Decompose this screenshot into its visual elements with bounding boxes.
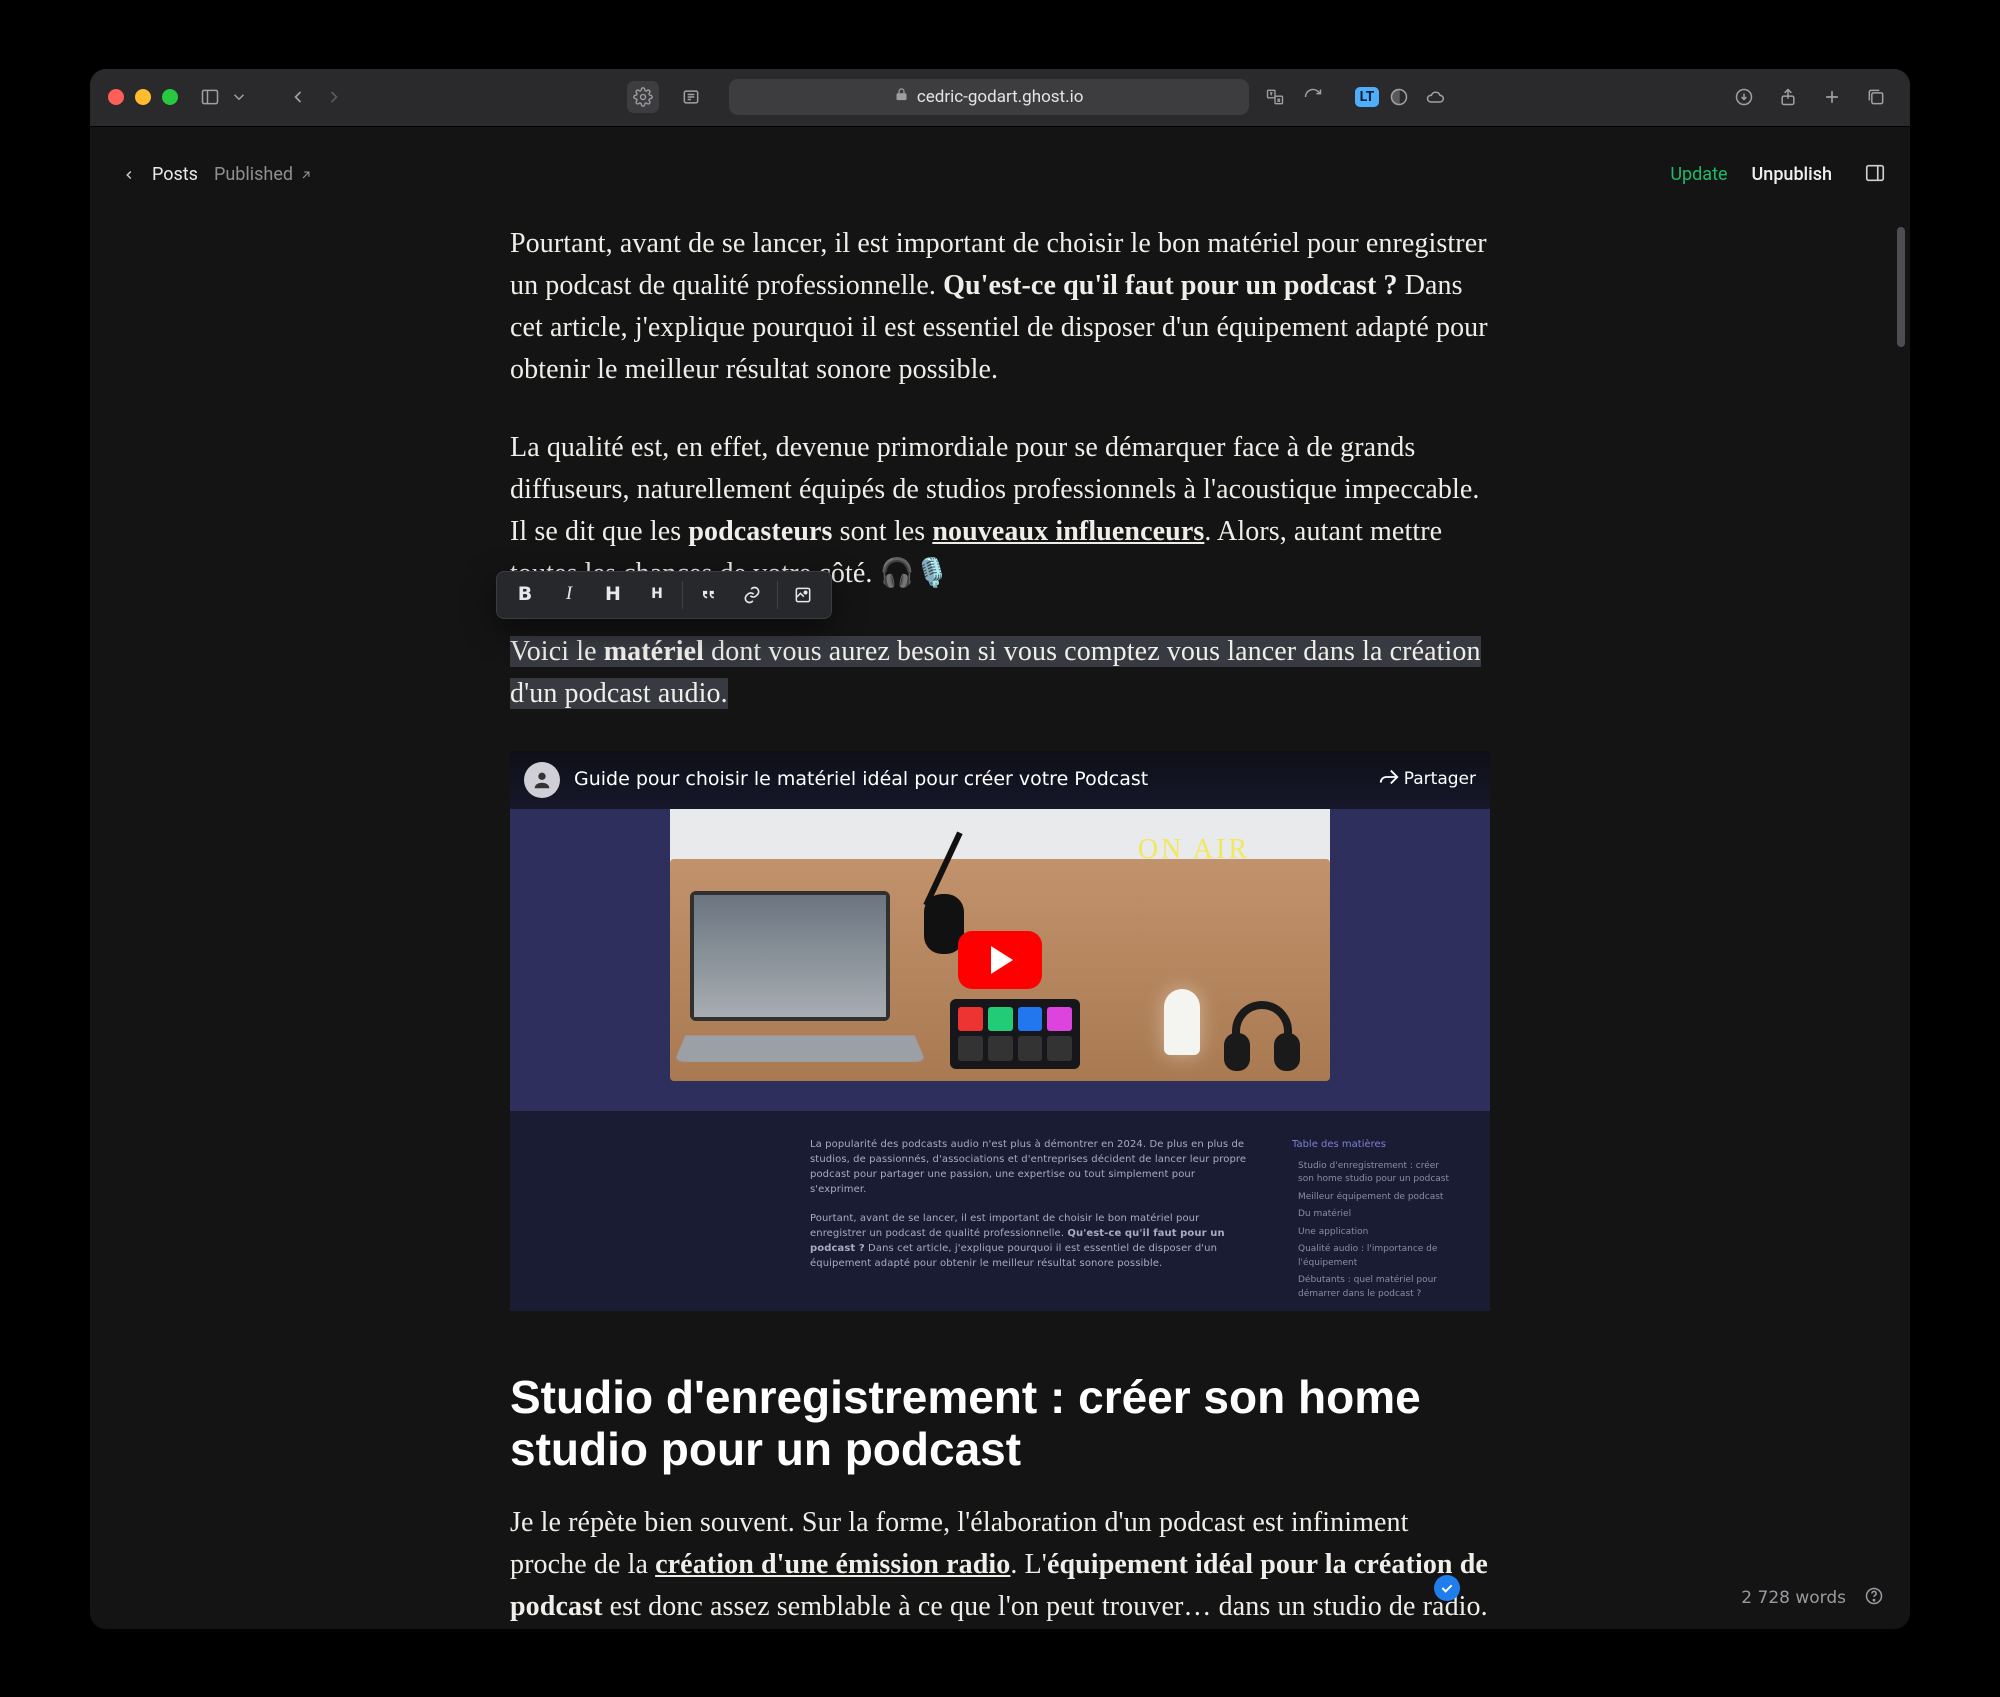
update-button[interactable]: Update xyxy=(1658,158,1739,191)
text-format-toolbar: B I H H xyxy=(496,571,832,619)
video-page-preview: La popularité des podcasts audio n'est p… xyxy=(510,1111,1490,1311)
snippet-button[interactable] xyxy=(781,575,825,615)
toc-list: Studio d'enregistrement : créer son home… xyxy=(1292,1160,1452,1302)
headphones-graphic xyxy=(1224,1001,1300,1071)
bold-button[interactable]: B xyxy=(503,575,547,615)
translate-icon[interactable] xyxy=(1259,81,1291,113)
address-bar[interactable]: cedric-godart.ghost.io xyxy=(729,79,1249,115)
reader-view-icon[interactable] xyxy=(675,81,707,113)
url-text: cedric-godart.ghost.io xyxy=(917,87,1084,107)
chevron-down-icon[interactable] xyxy=(230,81,248,113)
nav-back-button[interactable] xyxy=(282,81,314,113)
editor-footer: 2 728 words xyxy=(1741,1586,1884,1611)
quote-button[interactable] xyxy=(686,575,730,615)
mixer-graphic xyxy=(950,999,1080,1069)
icloud-icon[interactable] xyxy=(1419,81,1451,113)
video-header: Guide pour choisir le matériel idéal pou… xyxy=(510,751,1490,809)
laptop-graphic xyxy=(690,891,920,1071)
link-button[interactable] xyxy=(730,575,774,615)
unpublish-button[interactable]: Unpublish xyxy=(1740,158,1844,191)
paragraph[interactable]: Pourtant, avant de se lancer, il est imp… xyxy=(510,223,1490,391)
lamp-graphic xyxy=(1164,989,1200,1055)
paragraph-selected[interactable]: Voici le matériel dont vous aurez besoin… xyxy=(510,631,1490,715)
safari-window: cedric-godart.ghost.io LT xyxy=(90,69,1910,1629)
heading-small-button[interactable]: H xyxy=(635,575,679,615)
browser-titlebar: cedric-godart.ghost.io LT xyxy=(90,69,1910,127)
grammar-check-badge[interactable] xyxy=(1434,1575,1460,1601)
nav-forward-button xyxy=(318,81,350,113)
editor-header: Posts Published Update Unpublish xyxy=(90,127,1910,223)
play-button[interactable] xyxy=(958,931,1042,989)
tab-overview-icon[interactable] xyxy=(1860,81,1892,113)
word-count: 2 728 words xyxy=(1741,1588,1846,1608)
video-title[interactable]: Guide pour choisir le matériel idéal pou… xyxy=(574,765,1148,794)
scrollbar[interactable] xyxy=(1896,223,1906,1629)
help-icon[interactable] xyxy=(1864,1586,1884,1611)
breadcrumb-status[interactable]: Published xyxy=(214,164,313,185)
maximize-window-button[interactable] xyxy=(162,89,178,105)
toc-title: Table des matières xyxy=(1292,1137,1452,1152)
heading-large-button[interactable]: H xyxy=(591,575,635,615)
settings-panel-toggle[interactable] xyxy=(1864,162,1886,188)
onair-sign: ON AIR xyxy=(1138,829,1250,871)
back-chevron-icon[interactable] xyxy=(122,168,136,182)
minimize-window-button[interactable] xyxy=(135,89,151,105)
channel-avatar[interactable] xyxy=(524,762,560,798)
scrollbar-thumb[interactable] xyxy=(1897,227,1905,347)
italic-button[interactable]: I xyxy=(547,575,591,615)
downloads-icon[interactable] xyxy=(1728,81,1760,113)
article-body[interactable]: Pourtant, avant de se lancer, il est imp… xyxy=(510,223,1490,1629)
toolbar-separator xyxy=(682,581,683,609)
breadcrumb-posts[interactable]: Posts xyxy=(152,164,198,185)
sidebar-toggle-icon[interactable] xyxy=(194,81,226,113)
close-window-button[interactable] xyxy=(108,89,124,105)
share-icon[interactable] xyxy=(1772,81,1804,113)
editor-content[interactable]: Pourtant, avant de se lancer, il est imp… xyxy=(90,223,1910,1629)
extension-settings-icon[interactable] xyxy=(627,81,659,113)
link-emission-radio[interactable]: création d'une émission radio xyxy=(655,1549,1010,1580)
privacy-shield-icon[interactable] xyxy=(1383,81,1415,113)
link-nouveaux-influenceurs[interactable]: nouveaux influenceurs xyxy=(932,516,1204,547)
heading-studio[interactable]: Studio d'enregistrement : créer son home… xyxy=(510,1371,1490,1477)
refresh-icon[interactable] xyxy=(1297,81,1329,113)
youtube-embed[interactable]: Guide pour choisir le matériel idéal pou… xyxy=(510,751,1490,1311)
new-tab-icon[interactable] xyxy=(1816,81,1848,113)
languagetool-badge[interactable]: LT xyxy=(1355,87,1380,107)
window-controls xyxy=(108,89,178,105)
video-share-button[interactable]: Partager xyxy=(1378,766,1476,793)
external-link-icon xyxy=(299,168,313,182)
lock-icon xyxy=(894,87,909,107)
paragraph[interactable]: La qualité est, en effet, devenue primor… xyxy=(510,427,1490,595)
paragraph[interactable]: Je le répète bien souvent. Sur la forme,… xyxy=(510,1502,1490,1628)
toolbar-separator xyxy=(777,581,778,609)
video-preview: ON AIR xyxy=(510,809,1490,1111)
